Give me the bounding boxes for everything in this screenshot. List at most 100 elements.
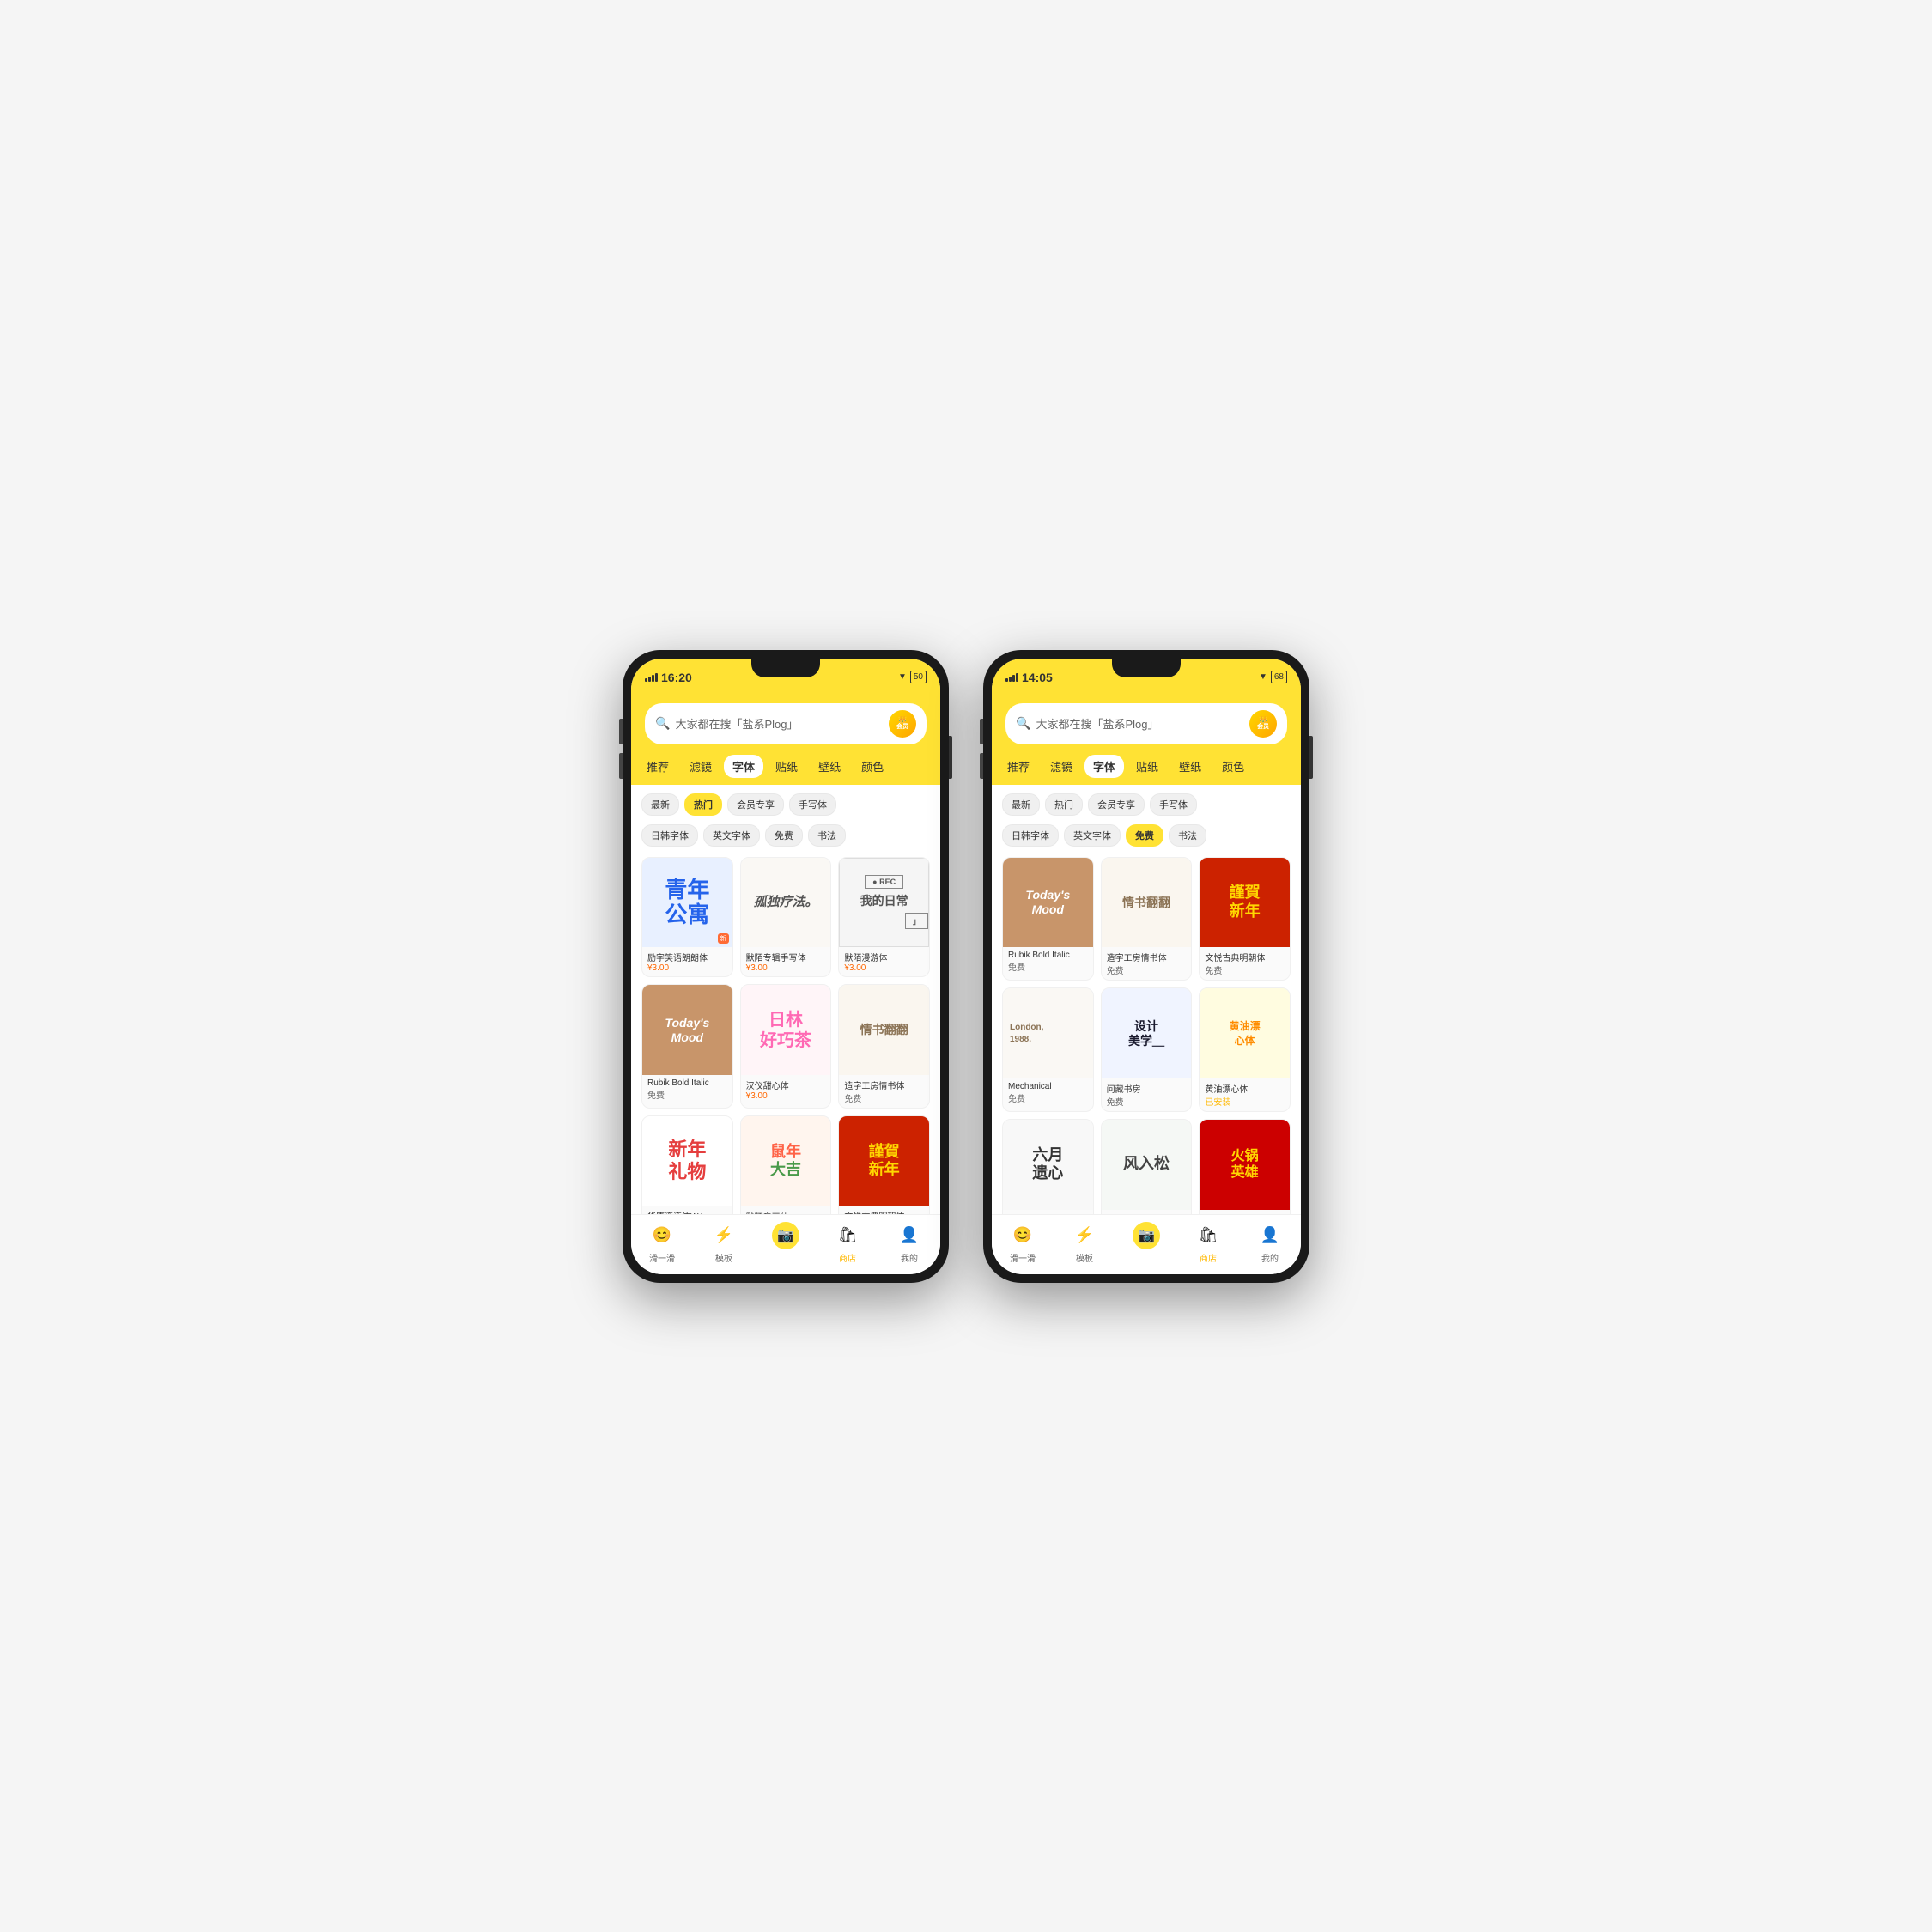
filter-free[interactable]: 免费 [765, 824, 803, 847]
filter-latest-r[interactable]: 最新 [1002, 793, 1040, 816]
bottom-nav-shop-r[interactable]: 🛍 商店 [1194, 1222, 1222, 1264]
font-card-3[interactable]: Today'sMood Rubik Bold Italic 免费 [641, 984, 733, 1109]
tab-recommend[interactable]: 推荐 [638, 755, 677, 778]
bottom-nav-profile[interactable]: 👤 我的 [896, 1222, 923, 1264]
bottom-nav-template[interactable]: ⚡ 模板 [710, 1222, 738, 1264]
tab-filter[interactable]: 滤镜 [681, 755, 720, 778]
volume-up-btn-r[interactable] [980, 719, 983, 744]
filter-row-1: 最新 热门 会员专享 手写体 [631, 785, 940, 821]
bottom-nav-slide-r[interactable]: 😊 滑一滑 [1009, 1222, 1036, 1264]
font-card-r-1[interactable]: 情书翻翻 造字工房情书体 免费 [1101, 857, 1193, 981]
filter-hot-r[interactable]: 热门 [1045, 793, 1083, 816]
nav-tabs-r: 推荐 滤镜 字体 贴纸 壁纸 颜色 [992, 755, 1301, 785]
font-card-6[interactable]: 新年礼物 华康连连体W4 ¥3.00 [641, 1115, 733, 1214]
tab-font[interactable]: 字体 [724, 755, 763, 778]
slide-icon-r: 😊 [1009, 1222, 1036, 1249]
header: 🔍 大家都在搜「盐系Plog」 👑 会员 [631, 696, 940, 755]
filter-english-r[interactable]: 英文字体 [1064, 824, 1121, 847]
signal-icon-r [1005, 673, 1018, 682]
font-preview-5: 情书翻翻 [839, 985, 929, 1075]
font-preview-r-5: 黄油漂心体 [1200, 988, 1290, 1078]
font-card-r-6[interactable]: 六月遗心 汉仪阿尔茨海… 免费 [1002, 1119, 1094, 1214]
profile-icon-r: 👤 [1256, 1222, 1284, 1249]
tab-font-r[interactable]: 字体 [1084, 755, 1124, 778]
filter-calligraphy[interactable]: 书法 [808, 824, 846, 847]
notch [751, 659, 820, 677]
font-card-r-2[interactable]: 謹賀新年 文悦古典明朝体 免费 [1199, 857, 1291, 981]
bottom-nav-template-r[interactable]: ⚡ 模板 [1071, 1222, 1098, 1264]
font-card-2[interactable]: ● REC 我的日常 」 默陌漫游体 ¥3.00 [838, 857, 930, 978]
tab-sticker[interactable]: 贴纸 [767, 755, 806, 778]
font-card-r-7[interactable]: 风入松 禅意雪松体 免费 [1101, 1119, 1193, 1214]
header-r: 🔍 大家都在搜「盐系Plog」 👑 会员 [992, 696, 1301, 755]
filter-vip-r[interactable]: 会员专享 [1088, 793, 1145, 816]
filter-english[interactable]: 英文字体 [703, 824, 760, 847]
tab-wallpaper[interactable]: 壁纸 [810, 755, 849, 778]
vip-badge[interactable]: 👑 会员 [889, 710, 916, 738]
filter-row-1-r: 最新 热门 会员专享 手写体 [992, 785, 1301, 821]
font-card-mechanical[interactable]: London,1988. Mechanical 免费 [1002, 987, 1094, 1112]
search-input[interactable]: 大家都在搜「盐系Plog」 [675, 715, 884, 732]
font-card-4[interactable]: 日林好巧茶 汉仪甜心体 ¥3.00 [740, 984, 832, 1109]
search-input-r[interactable]: 大家都在搜「盐系Plog」 [1036, 715, 1244, 732]
font-card-r-4[interactable]: 设计美学＿ 问藏书房 免费 [1101, 987, 1193, 1112]
shop-icon-r: 🛍 [1194, 1222, 1222, 1249]
slide-icon: 😊 [648, 1222, 676, 1249]
filter-hot[interactable]: 热门 [684, 793, 722, 816]
font-preview-7: 鼠年大吉 [741, 1116, 831, 1206]
volume-down-btn-r[interactable] [980, 753, 983, 779]
filter-calligraphy-r[interactable]: 书法 [1169, 824, 1206, 847]
filter-handwritten[interactable]: 手写体 [789, 793, 836, 816]
font-card-0[interactable]: 青年公寓 新 励字笑语朗朗体 ¥3.00 [641, 857, 733, 978]
font-preview-r-8: 火锅英雄 [1200, 1120, 1290, 1210]
font-card-r-5[interactable]: 黄油漂心体 黄油漂心体 已安装 [1199, 987, 1291, 1112]
filter-latest[interactable]: 最新 [641, 793, 679, 816]
tab-recommend-r[interactable]: 推荐 [999, 755, 1038, 778]
font-preview-r-2: 謹賀新年 [1200, 858, 1290, 948]
font-preview-r-0: Today'sMood [1003, 858, 1093, 948]
search-bar[interactable]: 🔍 大家都在搜「盐系Plog」 👑 会员 [645, 703, 927, 744]
tab-color[interactable]: 颜色 [853, 755, 892, 778]
filter-handwritten-r[interactable]: 手写体 [1150, 793, 1197, 816]
vip-badge-r[interactable]: 👑 会员 [1249, 710, 1277, 738]
volume-down-btn[interactable] [619, 753, 623, 779]
tab-color-r[interactable]: 颜色 [1213, 755, 1253, 778]
volume-up-btn[interactable] [619, 719, 623, 744]
font-preview-r-1: 情书翻翻 [1102, 858, 1192, 948]
bottom-nav-camera[interactable]: 📷 [772, 1222, 799, 1264]
font-card-r-8[interactable]: 火锅英雄 喜鹊招牌体 免费 [1199, 1119, 1291, 1214]
bottom-nav-shop[interactable]: 🛍 商店 [834, 1222, 861, 1264]
font-preview-r-7: 风入松 [1102, 1120, 1192, 1210]
shop-icon: 🛍 [834, 1222, 861, 1249]
right-phone: 14:05 ▼ 68 🔍 大家都在搜「盐系Plog」 👑 会员 推荐 滤镜 字体 [983, 650, 1309, 1283]
new-badge: 新 [718, 933, 729, 944]
nav-tabs: 推荐 滤镜 字体 贴纸 壁纸 颜色 [631, 755, 940, 785]
font-preview-3: Today'sMood [642, 985, 732, 1075]
font-card-r-0[interactable]: Today'sMood Rubik Bold Italic 免费 [1002, 857, 1094, 981]
signal-icon [645, 673, 658, 682]
filter-vip[interactable]: 会员专享 [727, 793, 784, 816]
tab-wallpaper-r[interactable]: 壁纸 [1170, 755, 1210, 778]
filter-jpkr[interactable]: 日韩字体 [641, 824, 698, 847]
bottom-nav-profile-r[interactable]: 👤 我的 [1256, 1222, 1284, 1264]
tab-sticker-r[interactable]: 贴纸 [1127, 755, 1167, 778]
battery-icon: 50 [910, 671, 927, 683]
font-card-5[interactable]: 情书翻翻 造字工房情书体 免费 [838, 984, 930, 1109]
font-card-1[interactable]: 孤独疗法。 默陌专辑手写体 ¥3.00 [740, 857, 832, 978]
search-bar-r[interactable]: 🔍 大家都在搜「盐系Plog」 👑 会员 [1005, 703, 1287, 744]
bottom-nav-slide[interactable]: 😊 滑一滑 [648, 1222, 676, 1264]
wifi-icon-r: ▼ [1259, 672, 1267, 682]
power-btn-r[interactable] [1309, 736, 1313, 779]
tab-filter-r[interactable]: 滤镜 [1042, 755, 1081, 778]
font-card-7[interactable]: 鼠年大吉 默陌童画体 ¥3.00 [740, 1115, 832, 1214]
filter-free-r[interactable]: 免费 [1126, 824, 1163, 847]
font-card-8[interactable]: 謹賀新年 文悦古典明朝体 免费 [838, 1115, 930, 1214]
font-preview-r-6: 六月遗心 [1003, 1120, 1093, 1210]
left-phone: 16:20 ▼ 50 🔍 大家都在搜「盐系Plog」 👑 会员 推荐 滤镜 字体 [623, 650, 949, 1283]
filter-jpkr-r[interactable]: 日韩字体 [1002, 824, 1059, 847]
status-left: 16:20 [645, 671, 692, 684]
power-btn[interactable] [949, 736, 952, 779]
status-bar-r: 14:05 ▼ 68 [992, 659, 1301, 696]
bottom-nav-camera-r[interactable]: 📷 [1133, 1222, 1160, 1264]
font-preview-2: ● REC 我的日常 」 [839, 858, 929, 948]
